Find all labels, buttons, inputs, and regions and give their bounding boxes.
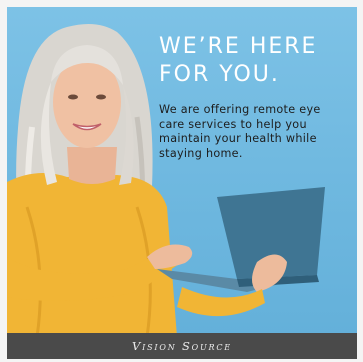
headline-line-1: WE’RE HERE — [159, 34, 318, 59]
headline-line-2: FOR YOU. — [159, 62, 280, 87]
promo-banner: WE’RE HERE FOR YOU. We are offering remo… — [7, 7, 357, 359]
vision-source-logo: Vision Source — [132, 339, 232, 353]
headline: WE’RE HERE FOR YOU. — [159, 33, 349, 89]
footer-bar: Vision Source — [7, 333, 357, 359]
body-text: We are offering remote eye care services… — [159, 103, 321, 160]
